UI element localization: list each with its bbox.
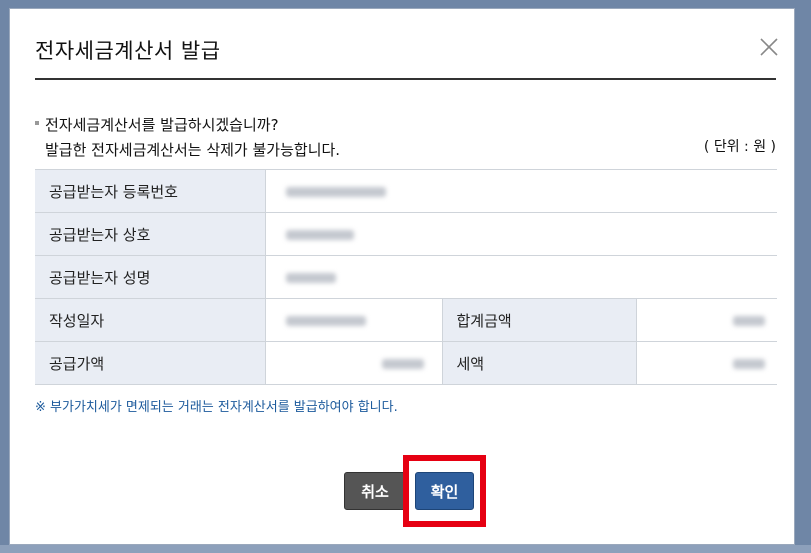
table-row: 공급받는자 성명 [35, 255, 777, 299]
tax-amount-label: 세액 [441, 341, 636, 385]
table-row: 작성일자 합계금액 [35, 298, 777, 342]
table-row: 공급받는자 상호 [35, 212, 777, 256]
recipient-reg-no-value [264, 169, 777, 213]
title-divider [35, 78, 776, 80]
total-amount-value [635, 298, 777, 342]
recipient-company-label: 공급받는자 상호 [35, 212, 265, 256]
recipient-name-label: 공급받는자 성명 [35, 255, 265, 299]
page-backdrop [0, 545, 811, 553]
close-icon[interactable] [757, 35, 781, 59]
supply-amount-label: 공급가액 [35, 341, 265, 385]
tax-amount-value [635, 341, 777, 385]
recipient-name-value [264, 255, 777, 299]
bullet-icon [35, 120, 39, 125]
recipient-company-value [264, 212, 777, 256]
message-line-1: 전자세금계산서를 발급하시겠습니까? [45, 116, 279, 134]
message-line-2: 발급한 전자세금계산서는 삭제가 불가능합니다. [45, 141, 341, 159]
table-row: 공급받는자 등록번호 [35, 169, 777, 213]
tax-exempt-note: ※ 부가가치세가 면제되는 거래는 전자계산서를 발급하여야 합니다. [35, 400, 398, 415]
total-amount-label: 합계금액 [441, 298, 636, 342]
confirm-message: 전자세금계산서를 발급하시겠습니까? 발급한 전자세금계산서는 삭제가 불가능합… [35, 113, 340, 163]
recipient-reg-no-label: 공급받는자 등록번호 [35, 169, 265, 213]
cancel-button[interactable]: 취소 [344, 472, 406, 510]
issue-date-label: 작성일자 [35, 298, 265, 342]
issue-date-value [264, 298, 442, 342]
table-row: 공급가액 세액 [35, 341, 777, 385]
confirm-button[interactable]: 확인 [415, 472, 474, 510]
issue-invoice-dialog: 전자세금계산서 발급 전자세금계산서를 발급하시겠습니까? 발급한 전자세금계산… [9, 8, 795, 545]
invoice-summary-table: 공급받는자 등록번호 공급받는자 상호 공급받는자 성명 작성일자 합계금액 공… [35, 169, 777, 385]
dialog-title: 전자세금계산서 발급 [35, 39, 221, 63]
supply-amount-value [264, 341, 442, 385]
unit-label: ( 단위 : 원 ) [703, 139, 776, 155]
